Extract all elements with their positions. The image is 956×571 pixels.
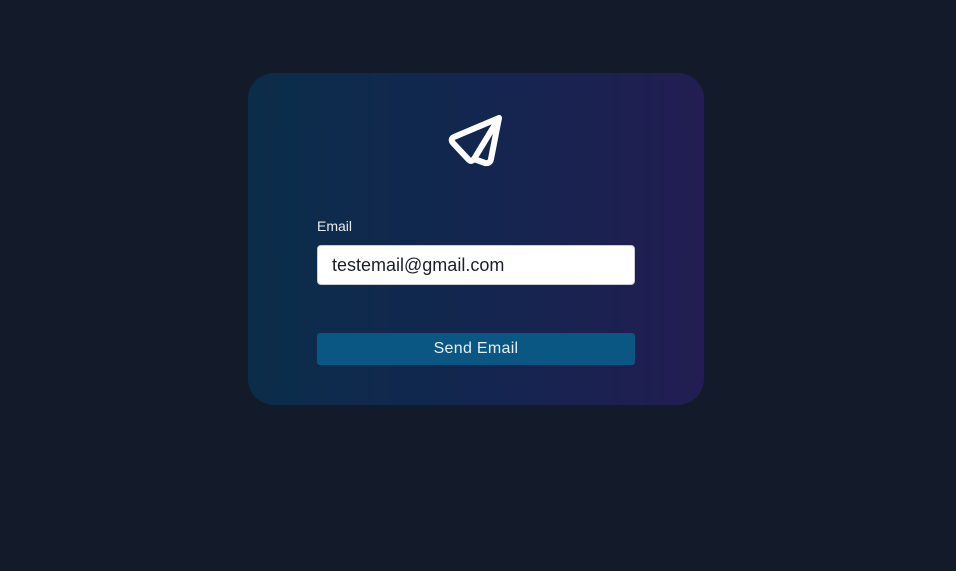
paper-plane-icon: [447, 112, 505, 170]
email-input[interactable]: [317, 245, 635, 285]
page: { "form": { "logo_icon": "paper-plane-ic…: [0, 0, 956, 571]
email-label: Email: [317, 218, 353, 234]
send-email-button[interactable]: Send Email: [317, 333, 635, 365]
send-email-card: Email Send Email: [248, 73, 704, 405]
